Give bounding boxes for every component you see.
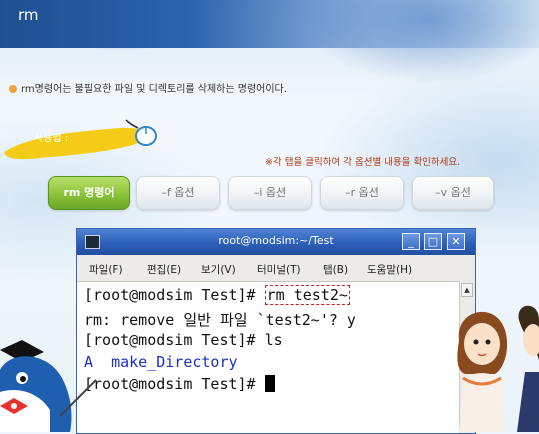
close-icon[interactable]: ✕ [447, 233, 465, 250]
terminal-line-5: [root@modsim Test]# [84, 375, 275, 393]
tab-i-option[interactable]: –i 옵션 [228, 176, 312, 210]
header-band [0, 0, 539, 48]
page-title: rm [18, 6, 39, 24]
terminal-line-4: A make_Directory [84, 353, 238, 371]
terminal-line-3: [root@modsim Test]# ls [84, 331, 283, 349]
mouse-icon [125, 119, 157, 146]
terminal-output[interactable]: [root@modsim Test]# rm test2~ rm: remove… [77, 281, 457, 433]
bullet-icon [9, 85, 17, 93]
penguin-mascot-illustration [0, 340, 97, 432]
maximize-icon[interactable]: □ [424, 233, 442, 250]
prompt: [root@modsim Test]# [84, 375, 256, 393]
intro-label: rm명령어는 불필요한 파일 및 디렉토리를 삭제하는 명령어이다. [21, 84, 287, 95]
tab-r-option[interactable]: –r 옵션 [320, 176, 404, 210]
text-cursor [264, 375, 275, 392]
menu-tab[interactable]: 탭(B) [323, 262, 348, 277]
menu-help[interactable]: 도움말(H) [367, 262, 412, 277]
usage-label: 사용법 : [34, 133, 69, 144]
terminal-line-1: [root@modsim Test]# rm test2~ [84, 285, 350, 305]
menu-view[interactable]: 보기(V) [201, 262, 236, 277]
hint-text: ※각 탭을 클릭하여 각 옵션별 내용을 확인하세요. [265, 157, 461, 168]
terminal-window: root@modsim:~/Test _ □ ✕ 파일(F) 편집(E) 보기(… [76, 228, 476, 434]
highlighted-command: rm test2~ [264, 285, 350, 305]
terminal-line-2: rm: remove 일반 파일 `test2~'? y [84, 311, 356, 329]
girl-character-illustration [457, 305, 539, 432]
tab-v-option[interactable]: –v 옵션 [412, 176, 494, 210]
tab-f-option[interactable]: –f 옵션 [136, 176, 220, 210]
menu-terminal[interactable]: 터미널(T) [257, 262, 301, 277]
tab-rm-command[interactable]: rm 명령어 [48, 176, 130, 210]
prompt: [root@modsim Test]# [84, 286, 256, 304]
dir-entry-make-directory: make_Directory [111, 353, 238, 371]
menu-edit[interactable]: 편집(E) [147, 262, 181, 277]
intro-text: rm명령어는 불필요한 파일 및 디렉토리를 삭제하는 명령어이다. [9, 80, 287, 95]
minimize-icon[interactable]: _ [402, 233, 420, 250]
scroll-up-icon[interactable]: ▲ [461, 283, 473, 297]
terminal-menubar: 파일(F) 편집(E) 보기(V) 터미널(T) 탭(B) 도움말(H) [77, 255, 475, 282]
menu-file[interactable]: 파일(F) [89, 262, 123, 277]
terminal-titlebar[interactable]: root@modsim:~/Test _ □ ✕ [77, 229, 475, 255]
